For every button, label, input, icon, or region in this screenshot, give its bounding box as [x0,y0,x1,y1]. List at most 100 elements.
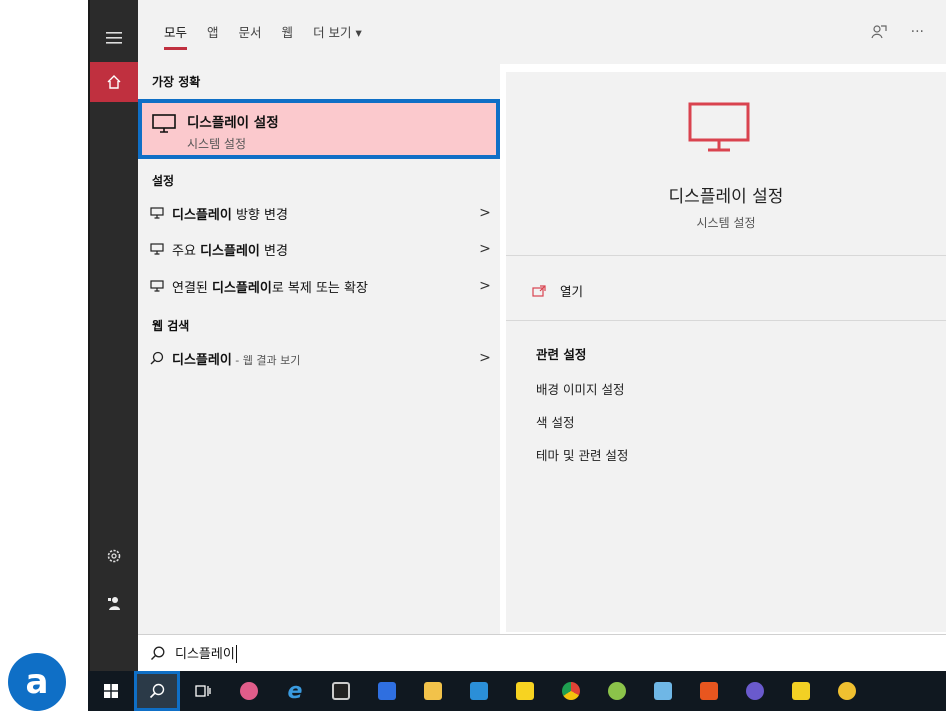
best-match-subtitle: 시스템 설정 [187,137,247,151]
monitor-icon [142,243,172,255]
tab-more[interactable]: 더 보기 ▾ [313,22,362,50]
start-rail [88,0,138,671]
related-link-color[interactable]: 색 설정 [536,412,574,431]
taskbar-app-explorer[interactable] [410,671,456,711]
person-icon [108,597,120,610]
preview-title: 디스플레이 설정 [668,187,784,207]
result-text: 변경 [259,243,288,259]
filter-tabs: 모두 앱 문서 웹 더 보기 ▾ [164,22,382,50]
related-link-theme[interactable]: 테마 및 관련 설정 [536,445,628,464]
hamburger-menu-button[interactable] [90,18,138,58]
result-text: 방향 변경 [231,207,288,223]
monitor-icon [142,280,172,292]
result-highlight: 디스플레이 [212,280,272,296]
result-highlight: 디스플레이 [200,243,260,259]
tab-web[interactable]: 웹 [282,22,294,50]
tab-all[interactable]: 모두 [164,22,188,50]
result-highlight: 디스플레이 [172,352,232,368]
start-button[interactable] [88,671,134,711]
taskbar-app-ie[interactable]: e [272,671,318,711]
ie-icon: e [287,678,303,704]
taskbar-app-dots[interactable] [824,671,870,711]
taskbar-app-blue[interactable] [456,671,502,711]
settings-button[interactable] [90,536,138,576]
folder-icon [424,682,442,700]
taskbar-search-button[interactable] [134,671,180,711]
search-filter-bar: 모두 앱 문서 웹 더 보기 ▾ ··· [138,0,946,64]
open-label: 열기 [560,284,584,299]
monitor-icon [684,100,758,162]
kakaotalk-icon [516,682,534,700]
hamburger-icon [106,32,122,44]
taskbar-app-office[interactable] [686,671,732,711]
best-match-title: 디스플레이 설정 [187,115,279,131]
list-item-duplicate-extend[interactable]: 연결된 디스플레이로 복제 또는 확장 > [138,271,500,301]
top-actions: ··· [871,24,924,44]
dots-app-icon [838,682,856,700]
preview-subtitle: 시스템 설정 [696,216,756,230]
chevron-right-icon: > [479,241,491,257]
home-button[interactable] [90,62,138,102]
dropbox-icon [378,682,396,700]
tab-apps[interactable]: 앱 [207,22,219,50]
best-match-heading: 가장 정확 [152,75,201,89]
monitor-icon [142,207,172,219]
sticky-notes-icon [792,682,810,700]
task-view-button[interactable] [180,671,226,711]
preview-pane: 디스플레이 설정 시스템 설정 열기 관련 설정 배경 이미지 설정 색 설정 … [506,72,946,632]
divider [506,320,946,321]
tab-documents[interactable]: 문서 [239,22,262,50]
related-settings-heading: 관련 설정 [536,347,587,362]
search-icon [142,351,172,365]
cube-app-icon [654,682,672,700]
settings-heading: 설정 [152,174,175,188]
list-item-web-search[interactable]: 디스플레이 - 웹 결과 보기 > [138,343,500,373]
results-pane: 가장 정확 디스플레이 설정 시스템 설정 설정 디스플레이 방향 변경 > 주… [138,64,500,634]
paint-app-icon [240,682,258,700]
search-icon [151,646,165,660]
search-box[interactable]: 디스플레이 [138,634,946,671]
taskbar-app-paint[interactable] [226,671,272,711]
windows-logo-icon [104,684,118,698]
best-match-item[interactable]: 디스플레이 설정 시스템 설정 [138,99,500,159]
taskbar: e [88,671,946,711]
search-input[interactable]: 디스플레이 [175,643,237,664]
result-highlight: 디스플레이 [172,207,232,223]
gear-icon [107,549,121,563]
taskbar-app-cube[interactable] [640,671,686,711]
app-d-icon [332,682,350,700]
list-item-main-display[interactable]: 주요 디스플레이 변경 > [138,234,500,264]
taskbar-app-d[interactable] [318,671,364,711]
divider [506,255,946,256]
colorful-app-icon [608,682,626,700]
text-caret [235,645,237,664]
open-button[interactable]: 열기 [532,281,583,300]
monitor-icon [152,114,176,138]
result-text: 주요 [172,243,201,259]
open-icon [532,284,546,297]
more-options-button[interactable]: ··· [911,24,924,44]
feedback-button[interactable] [90,583,138,623]
taskbar-app-media[interactable] [732,671,778,711]
taskbar-app-chrome[interactable] [548,671,594,711]
blue-app-icon [470,682,488,700]
chevron-right-icon: > [479,278,491,294]
result-text: 로 복제 또는 확장 [271,280,368,296]
windows-search-screen: 모두 앱 문서 웹 더 보기 ▾ ··· 가장 정확 디스플레이 설정 시스템 … [0,0,946,711]
web-search-heading: 웹 검색 [152,319,190,333]
chevron-right-icon: > [479,350,491,366]
taskbar-app-sticky[interactable] [778,671,824,711]
taskbar-app-colorful[interactable] [594,671,640,711]
step-badge: a [8,653,66,711]
result-text: - 웹 결과 보기 [231,353,301,367]
list-item-display-orientation[interactable]: 디스플레이 방향 변경 > [138,198,500,228]
feedback-person-icon[interactable] [871,24,887,44]
media-app-icon [746,682,764,700]
chrome-icon [562,682,580,700]
taskbar-app-kakaotalk[interactable] [502,671,548,711]
search-icon [149,683,165,699]
taskbar-app-dropbox[interactable] [364,671,410,711]
chevron-right-icon: > [479,205,491,221]
related-link-background[interactable]: 배경 이미지 설정 [536,379,624,398]
office-icon [700,682,718,700]
